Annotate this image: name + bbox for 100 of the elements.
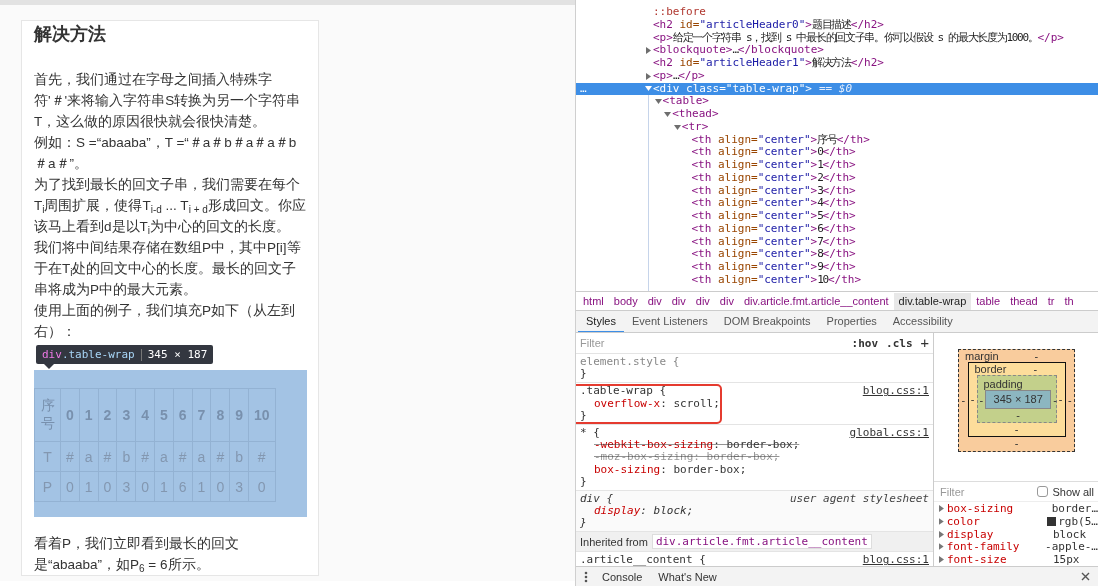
dom-node[interactable]: <th align="center">5</th> bbox=[691, 210, 856, 223]
dom-node[interactable]: <th align="center">9</th> bbox=[691, 261, 856, 274]
dom-node[interactable]: <th align="center">6</th> bbox=[691, 222, 856, 236]
css-declaration: overflow-x: scroll; bbox=[593, 397, 721, 410]
dom-node[interactable]: <thead> bbox=[672, 108, 719, 121]
css-selector: element.style { bbox=[580, 356, 680, 369]
closing-brace: } bbox=[580, 409, 588, 422]
dom-node[interactable]: <th align="center">1</th> bbox=[691, 159, 856, 172]
expanded-triangle-icon[interactable] bbox=[664, 110, 672, 118]
console-reference: == $0 bbox=[818, 82, 853, 96]
property-name: box-sizing bbox=[946, 502, 1015, 516]
checkbox-label: Show all bbox=[1052, 485, 1094, 498]
breadcrumb-item[interactable]: div bbox=[714, 292, 739, 310]
dom-node[interactable]: <th align="center">10</th> bbox=[691, 273, 861, 287]
article-paragraph: 使用上面的例子，我们填充P如下（从左到右）： bbox=[34, 302, 296, 341]
breadcrumb-item[interactable]: thead bbox=[1005, 292, 1043, 310]
dom-node[interactable]: <th align="center">0</th> bbox=[691, 146, 856, 159]
property-name: display bbox=[947, 527, 995, 541]
close-icon[interactable] bbox=[1081, 572, 1090, 581]
property-name: font-size bbox=[947, 553, 1008, 566]
dom-node[interactable]: <th align="center">4</th> bbox=[691, 197, 856, 210]
breadcrumb-item[interactable]: body bbox=[608, 292, 643, 310]
kebab-menu-icon[interactable] bbox=[584, 570, 588, 583]
dom-node[interactable]: <tr> bbox=[681, 120, 709, 134]
table-cell: # bbox=[173, 441, 193, 472]
property-name: font-family bbox=[946, 540, 1021, 554]
box-label: border bbox=[973, 363, 1007, 375]
css-selector: .table-wrap { bbox=[580, 385, 667, 398]
box-value: - bbox=[1014, 423, 1019, 435]
panel-tab[interactable]: Properties bbox=[818, 311, 885, 332]
table-cell: # bbox=[60, 441, 80, 472]
property-value: border… bbox=[1051, 502, 1098, 516]
article-paragraph: 例如：S =“abaaba”，T =“＃a＃b＃a＃a＃b＃a＃”。 bbox=[34, 134, 298, 173]
dom-node[interactable]: <th align="center">8</th> bbox=[691, 248, 856, 261]
dom-node[interactable]: <blockquote>…</blockquote> bbox=[653, 44, 824, 57]
panel-tab[interactable]: Event Listeners bbox=[623, 311, 716, 332]
source-link[interactable]: blog.css:1 bbox=[862, 554, 929, 566]
table-cell: # bbox=[98, 441, 117, 472]
inherited-source[interactable]: div.article.fmt.article__content bbox=[651, 534, 872, 550]
property-value: -apple-… bbox=[1045, 540, 1098, 554]
css-selector: * { bbox=[580, 426, 600, 440]
property-value: 15px bbox=[1053, 553, 1080, 566]
breadcrumb-item[interactable]: div.table-wrap bbox=[893, 292, 972, 310]
toggle-button[interactable]: .cls bbox=[886, 336, 913, 350]
box-value: - bbox=[1057, 393, 1064, 405]
box-value: - bbox=[1014, 437, 1019, 449]
breadcrumb-item[interactable]: div bbox=[642, 292, 667, 310]
drawer-tab[interactable]: Console bbox=[594, 570, 651, 583]
box-value: - bbox=[978, 393, 985, 406]
panel-tab[interactable]: DOM Breakpoints bbox=[715, 311, 819, 332]
dom-node[interactable]: <h2 id="articleHeader0">题目描述</h2> bbox=[653, 18, 884, 32]
breadcrumb-item[interactable]: tr bbox=[1042, 292, 1060, 310]
box-value: - bbox=[1052, 393, 1058, 406]
dom-node[interactable]: <th align="center">序号</th> bbox=[691, 133, 870, 147]
selector-label: div.table-wrap bbox=[42, 348, 135, 361]
dom-node[interactable]: <h2 id="articleHeader1">解决方法</h2> bbox=[653, 57, 884, 70]
dom-node[interactable]: <th align="center">3</th> bbox=[691, 184, 856, 198]
css-declaration: display: block; bbox=[593, 505, 695, 518]
css-declaration: box-sizing: border-box; bbox=[593, 463, 748, 476]
dom-node[interactable]: <p>给定一个字符串 s，找到 s 中最长的回文子串。你可以假设 s 的最大长度为1000。</p> bbox=[653, 31, 1064, 45]
expanded-triangle-icon[interactable] bbox=[673, 123, 681, 131]
collapsed-triangle-icon[interactable] bbox=[645, 47, 652, 55]
filter-field[interactable]: Filter bbox=[938, 483, 1034, 500]
property-value: block bbox=[1053, 527, 1087, 541]
breadcrumb-item[interactable]: div.article.fmt.article__content bbox=[738, 292, 894, 310]
expanded-triangle-icon[interactable] bbox=[654, 98, 662, 106]
drawer-tab[interactable]: What's New bbox=[650, 570, 725, 583]
checkbox[interactable] bbox=[1037, 486, 1049, 498]
panel-tab[interactable]: Accessibility bbox=[884, 311, 961, 332]
breadcrumb-item[interactable]: div bbox=[690, 292, 715, 310]
box-value: - bbox=[960, 393, 967, 406]
breadcrumb-item[interactable]: th bbox=[1059, 292, 1079, 310]
breadcrumb-item[interactable]: html bbox=[578, 292, 609, 310]
table-cell: # bbox=[210, 441, 230, 472]
dom-node[interactable]: <table> bbox=[662, 95, 709, 108]
css-declaration: -webkit-box-sizing: border-box; bbox=[593, 439, 801, 452]
closing-brace: } bbox=[580, 368, 588, 381]
property-value: rgb(5… bbox=[1058, 514, 1098, 528]
dom-node[interactable]: <p>…</p> bbox=[653, 69, 705, 83]
table-cell: # bbox=[248, 441, 276, 472]
inherited-label: Inherited from bbox=[580, 535, 648, 548]
article-paragraph: 我们将中间结果存储在数组P中，其中P[i]等于在T$_{i}$处的回文中心的长度。最长的回文子串将成为P中的最大元素。 bbox=[34, 239, 302, 299]
rule-origin: user agent stylesheet bbox=[789, 492, 929, 506]
source-link[interactable]: blog.css:1 bbox=[862, 385, 929, 398]
box-value: - bbox=[969, 393, 976, 405]
article-paragraph: 看着P，我们立即看到最长的回文是“abaaba”，如P$_{6}$ = 6所示。 bbox=[34, 535, 240, 575]
breadcrumb-item[interactable]: div bbox=[666, 292, 691, 310]
dom-node[interactable]: ::before bbox=[653, 6, 706, 19]
collapsed-triangle-icon[interactable] bbox=[645, 72, 652, 80]
breadcrumb-item[interactable]: table bbox=[971, 292, 1006, 310]
dom-node[interactable]: <th align="center">7</th> bbox=[691, 235, 856, 249]
add-rule-button[interactable]: + bbox=[920, 335, 929, 351]
closing-brace: } bbox=[580, 475, 588, 488]
toggle-button[interactable]: :hov bbox=[851, 336, 879, 350]
expanded-triangle-icon[interactable] bbox=[645, 85, 652, 93]
dom-node[interactable]: <th align="center">2</th> bbox=[691, 171, 856, 185]
source-link[interactable]: global.css:1 bbox=[849, 426, 929, 440]
box-label: margin bbox=[964, 350, 999, 362]
box-label: padding bbox=[982, 378, 1023, 390]
panel-tab[interactable]: Styles bbox=[578, 311, 624, 332]
